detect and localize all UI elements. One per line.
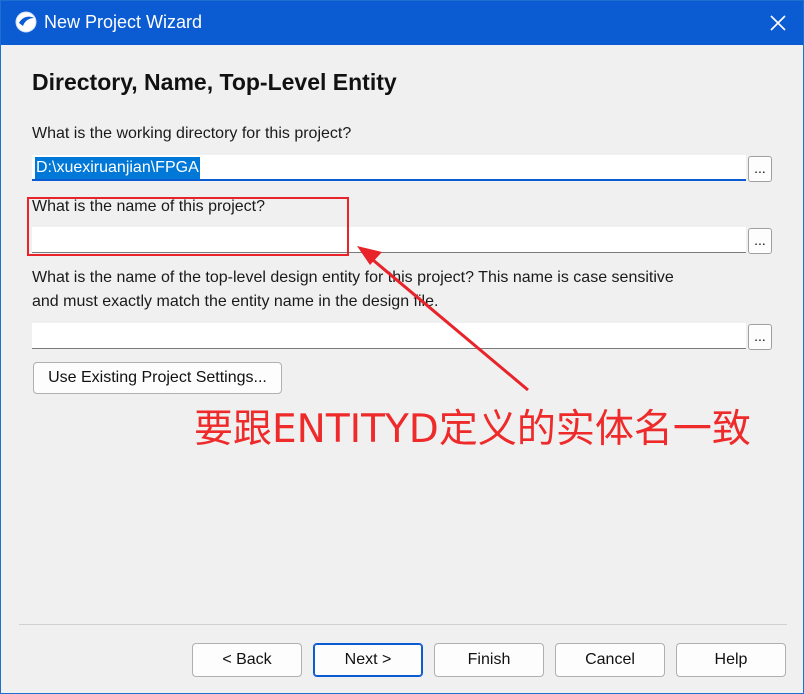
close-button[interactable] — [753, 1, 803, 45]
close-icon — [770, 15, 786, 31]
window-title: New Project Wizard — [44, 12, 203, 32]
wizard-content: Directory, Name, Top-Level Entity What i… — [1, 45, 803, 693]
annotation-text: 要跟ENTITYD定义的实体名一致 — [194, 407, 751, 452]
annotation-arrow — [357, 246, 529, 392]
wizard-window: New Project Wizard Directory, Name, Top-… — [0, 0, 804, 694]
title-bar[interactable]: New Project Wizard — [1, 1, 803, 45]
quartus-icon — [15, 11, 37, 33]
